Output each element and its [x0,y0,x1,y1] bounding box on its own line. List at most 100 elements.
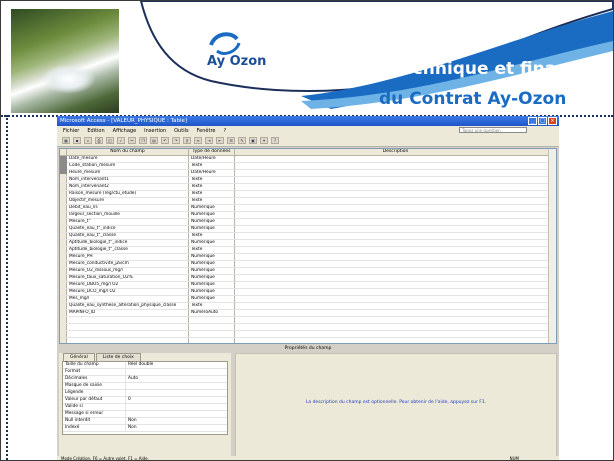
description-cell[interactable] [235,303,556,309]
property-value[interactable]: Réel double [126,362,227,368]
row-selector[interactable] [60,191,67,197]
table-row[interactable]: Qualite_eau_synthese_alteration_physique… [60,303,556,310]
data-type-cell[interactable]: Numérique [189,289,235,295]
table-row[interactable]: Mes_mg/l Numérique [60,296,556,303]
row-selector[interactable] [60,240,67,246]
field-name-cell[interactable]: Mesure_DBO5_mg/l O2 [67,282,189,288]
description-cell[interactable] [235,198,556,204]
table-row[interactable]: Heure_mesure Date/Heure [60,170,556,177]
view-icon[interactable]: ▦ [62,137,70,144]
row-selector[interactable] [60,177,67,183]
field-name-cell[interactable]: Mesure_conductivite_µS/cm [67,261,189,267]
property-row[interactable]: Décimales Auto [63,376,227,383]
data-type-cell[interactable]: Numérique [189,275,235,281]
data-type-cell[interactable]: NuméroAuto [189,310,235,316]
data-type-cell[interactable]: Texte [189,198,235,204]
close-button[interactable]: × [548,117,557,125]
row-selector[interactable] [60,184,67,190]
data-type-cell[interactable]: Texte [189,233,235,239]
property-value[interactable] [126,390,227,396]
menu-insertion[interactable]: Insertion [144,128,166,134]
description-cell[interactable] [235,240,556,246]
field-name-cell[interactable]: Objectif_mesure [67,198,189,204]
row-selector[interactable] [60,275,67,281]
delete-row-icon[interactable]: ⇤ [216,137,224,144]
data-type-cell[interactable]: Texte [189,191,235,197]
field-name-cell[interactable]: Code_station_mesure [67,163,189,169]
menu-fenetre[interactable]: Fenêtre [197,128,216,134]
field-name-cell[interactable]: Qualite_eau_t°_indice [67,226,189,232]
field-name-cell[interactable]: Nom_intervenant2 [67,184,189,190]
table-row[interactable]: Mesure_DCO_mg/l O2 Numérique [60,289,556,296]
data-type-cell[interactable]: Texte [189,177,235,183]
row-selector[interactable] [60,233,67,239]
field-name-cell[interactable]: Raison_mesure (reg/ctu_etude) [67,191,189,197]
data-type-cell[interactable]: Numérique [189,268,235,274]
property-row[interactable]: Taille du champ Réel double [63,362,227,369]
menu-edition[interactable]: Edition [87,128,104,134]
table-row[interactable]: Date_mesure Date/Heure [60,156,556,163]
data-type-cell[interactable]: Numérique [189,282,235,288]
field-name-cell[interactable]: Debit_eau_l/s [67,205,189,211]
search-icon[interactable]: ⌕ [84,137,92,144]
description-cell[interactable] [235,275,556,281]
property-value[interactable]: Non [126,418,227,424]
row-selector[interactable] [60,205,67,211]
description-cell[interactable] [235,261,556,267]
row-selector[interactable] [60,268,67,274]
build-icon[interactable]: ✎ [238,137,246,144]
row-selector[interactable] [60,310,67,316]
row-selector[interactable] [60,282,67,288]
property-row[interactable]: Légende [63,390,227,397]
data-type-cell[interactable]: Numérique [189,219,235,225]
undo-icon[interactable]: ↶ [161,137,169,144]
property-row[interactable]: Null interdit Non [63,418,227,425]
table-row[interactable]: Mesure_taux_saturation_O2% Numérique [60,275,556,282]
table-row-empty[interactable] [60,331,556,338]
menu-outils[interactable]: Outils [174,128,188,134]
field-name-cell[interactable]: Mes_mg/l [67,296,189,302]
database-window-icon[interactable]: ▣ [249,137,257,144]
property-value[interactable] [126,404,227,410]
field-name-cell[interactable]: Qualite_eau_t°_classe [67,233,189,239]
data-type-cell[interactable]: Texte [189,247,235,253]
table-row-empty[interactable] [60,317,556,324]
description-cell[interactable] [235,247,556,253]
field-name-cell[interactable]: Nom_intervenant1 [67,177,189,183]
data-type-cell[interactable]: Texte [189,303,235,309]
row-selector[interactable] [60,303,67,309]
spelling-icon[interactable]: ✓ [117,137,125,144]
row-selector[interactable] [60,212,67,218]
data-type-cell[interactable]: Date/Heure [189,156,235,162]
property-value[interactable] [126,411,227,417]
property-value[interactable]: Non [126,425,227,431]
primary-key-icon[interactable]: ⚷ [183,137,191,144]
description-cell[interactable] [235,191,556,197]
property-row[interactable]: Format [63,369,227,376]
menu-fichier[interactable]: Fichier [63,128,79,134]
property-row[interactable]: Masque de saisie [63,383,227,390]
data-type-cell[interactable]: Texte [189,163,235,169]
row-selector[interactable] [60,296,67,302]
save-icon[interactable]: ▪ [73,137,81,144]
description-cell[interactable] [235,268,556,274]
data-type-cell[interactable]: Date/Heure [189,170,235,176]
help-icon[interactable]: ? [271,137,279,144]
preview-icon[interactable]: ◫ [106,137,114,144]
menu-affichage[interactable]: Affichage [113,128,137,134]
field-name-cell[interactable]: Heure_mesure [67,170,189,176]
table-row[interactable]: Mesure_conductivite_µS/cm Numérique [60,261,556,268]
paste-icon[interactable]: ▤ [150,137,158,144]
description-cell[interactable] [235,282,556,288]
data-type-cell[interactable]: Numérique [189,254,235,260]
data-type-cell[interactable]: Texte [189,184,235,190]
description-cell[interactable] [235,310,556,316]
field-name-cell[interactable]: Date_mesure [67,156,189,162]
field-name-cell[interactable]: MAPINFO_ID [67,310,189,316]
minimize-button[interactable]: _ [528,117,537,125]
row-selector[interactable] [60,261,67,267]
property-value[interactable]: 0 [126,397,227,403]
description-cell[interactable] [235,205,556,211]
description-cell[interactable] [235,219,556,225]
row-selector[interactable] [60,254,67,260]
